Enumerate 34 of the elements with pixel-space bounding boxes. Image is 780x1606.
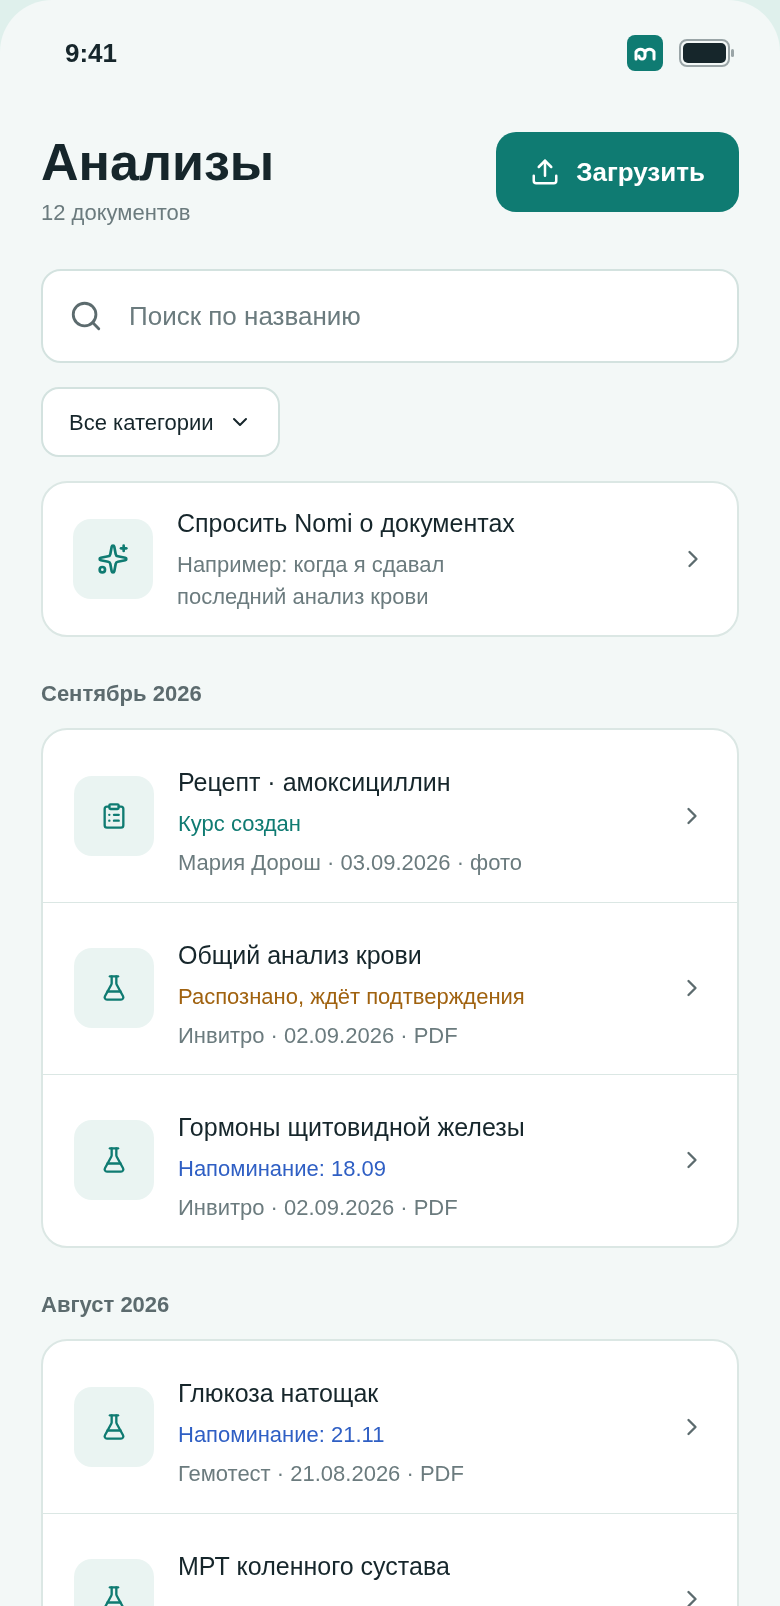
document-meta: Мария Дорош · 03.09.2026 · фото bbox=[178, 849, 523, 877]
sparkles-icon bbox=[97, 542, 129, 575]
battery-icon bbox=[679, 39, 735, 67]
document-meta: Инвитро · 02.09.2026 · PDF bbox=[178, 1194, 459, 1222]
document-row[interactable]: Общий анализ крови Распознано, ждёт подтверждения Инвитро · 02.09.2026 · PDF bbox=[43, 901, 737, 1074]
document-meta: Инвитро · 02.09.2026 · PDF bbox=[178, 1022, 459, 1050]
assistant-hint: Например: когда я сдавал последний анализ крови bbox=[177, 550, 446, 611]
document-status: Напоминание: 21.11 bbox=[178, 1421, 386, 1449]
category-dropdown[interactable]: Все категории bbox=[41, 387, 280, 457]
document-title: Рецепт · амоксициллин bbox=[178, 766, 452, 798]
document-status: Распознано, ждёт подтверждения bbox=[178, 983, 526, 1011]
document-title: Общий анализ крови bbox=[178, 939, 423, 971]
upload-button[interactable]: Загрузить bbox=[496, 132, 739, 212]
document-status: Курс создан bbox=[178, 810, 302, 838]
document-row[interactable]: МРТ коленного сустава bbox=[43, 1512, 737, 1606]
document-title: Гормоны щитовидной железы bbox=[178, 1111, 526, 1143]
app-logo-icon bbox=[627, 35, 663, 71]
document-row[interactable]: Гормоны щитовидной железы Напоминание: 18.09 Инвитро · 02.09.2026 · PDF bbox=[43, 1073, 737, 1246]
document-title: МРТ коленного сустава bbox=[178, 1550, 451, 1582]
document-status: Напоминание: 18.09 bbox=[178, 1155, 388, 1183]
search-field[interactable]: Поиск по названию bbox=[41, 269, 739, 363]
section-heading: Август 2026 bbox=[41, 1290, 171, 1319]
document-title: Глюкоза натощак bbox=[178, 1377, 380, 1409]
document-meta: Гемотест · 21.08.2026 · PDF bbox=[178, 1460, 465, 1488]
document-row[interactable]: Рецепт · амоксициллин Курс создан Мария Дорош · 03.09.2026 · фото bbox=[43, 729, 737, 902]
page-title: Анализы bbox=[41, 132, 275, 192]
section-heading: Сентябрь 2026 bbox=[41, 679, 203, 708]
assistant-title: Спросить Nomi о документах bbox=[177, 508, 516, 539]
upload-icon bbox=[530, 157, 561, 187]
document-count: 12 документов bbox=[41, 199, 192, 227]
status-time: 9:41 bbox=[65, 36, 118, 70]
search-icon bbox=[69, 299, 103, 333]
document-row[interactable]: Глюкоза натощак Напоминание: 21.11 Гемотест · 21.08.2026 · PDF bbox=[43, 1340, 737, 1513]
assistant-card[interactable]: Спросить Nomi о документах Например: когда я сдавал последний анализ крови bbox=[41, 481, 739, 637]
